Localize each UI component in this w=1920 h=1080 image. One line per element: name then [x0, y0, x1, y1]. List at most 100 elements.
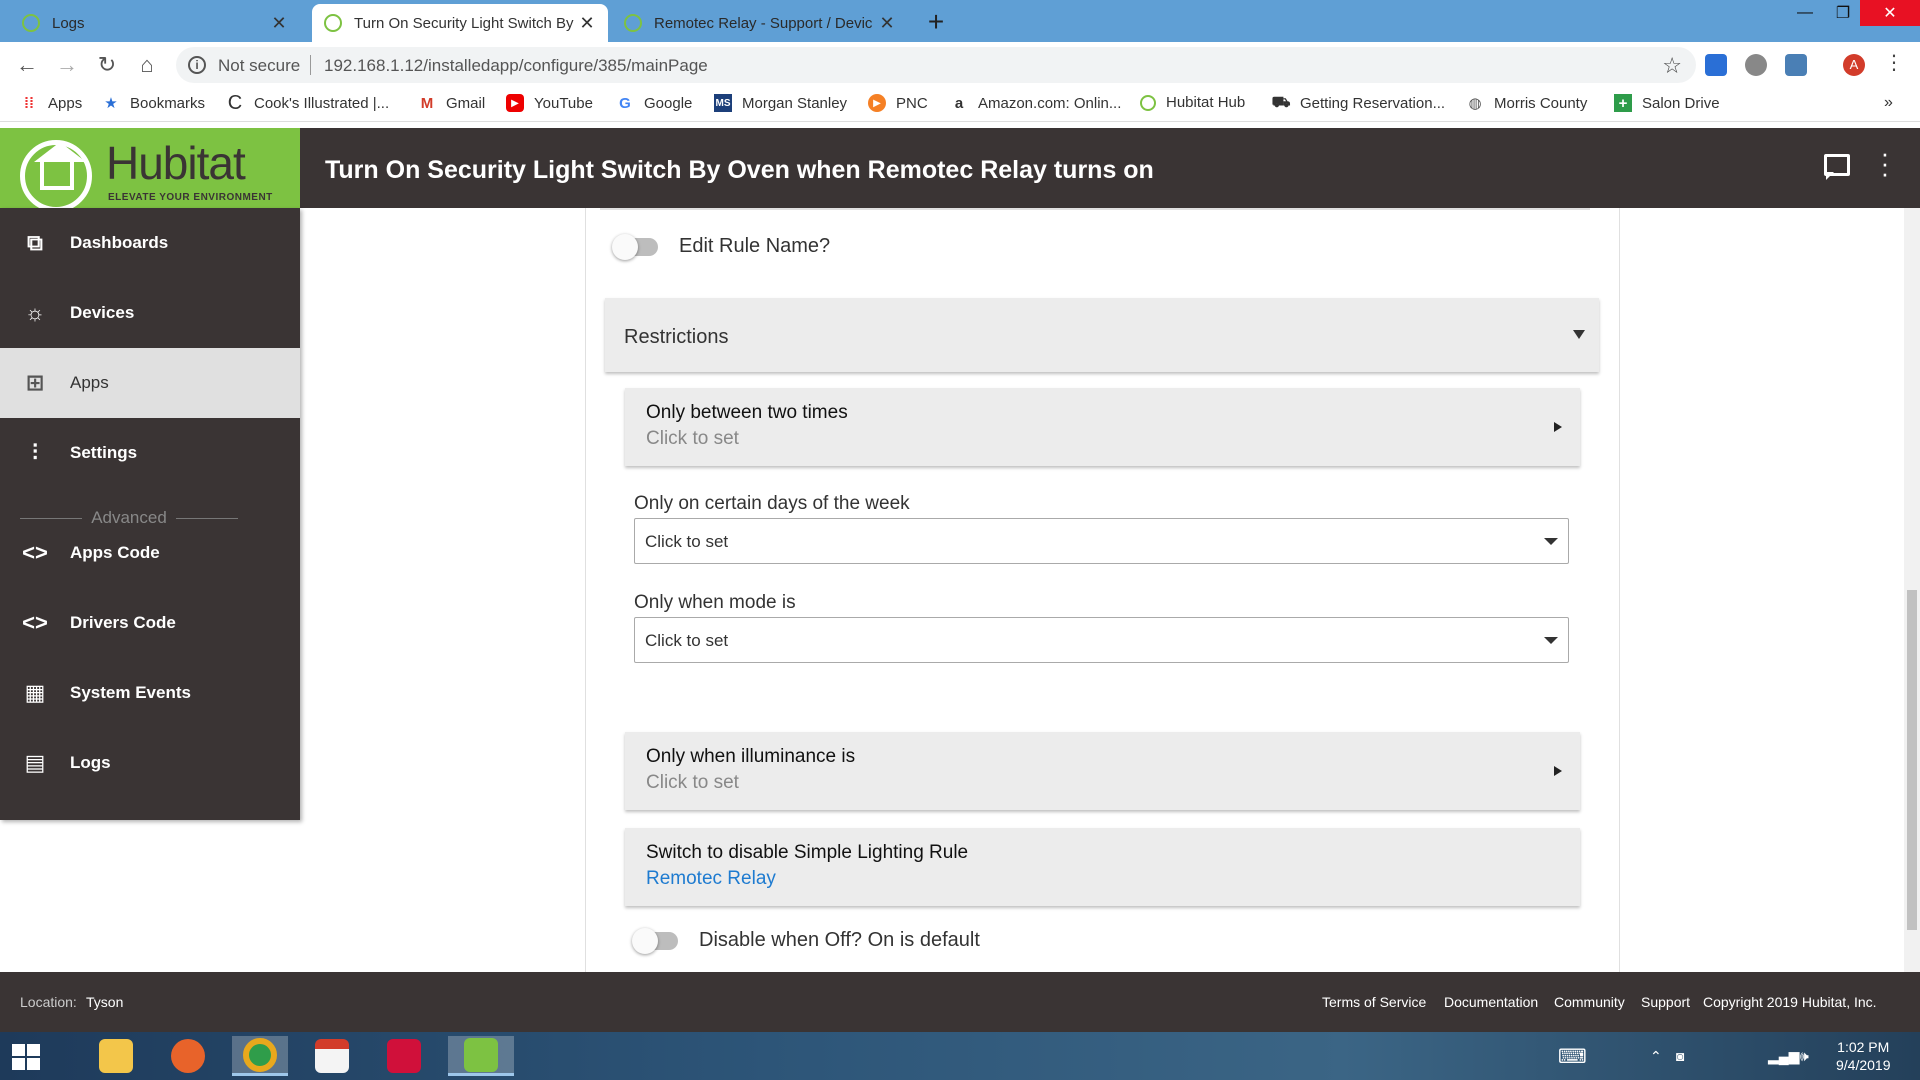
bookmark-label: Morgan Stanley	[742, 94, 848, 112]
sidebar-item-devices[interactable]: ☼ Devices	[0, 278, 300, 348]
file-explorer-taskbar-icon[interactable]	[88, 1036, 144, 1076]
browser-tab-bar: Logs ✕ Turn On Security Light Switch By …	[0, 0, 1920, 42]
disable-switch-panel[interactable]: Switch to disable Simple Lighting Rule R…	[625, 828, 1580, 906]
sidebar-item-logs[interactable]: ▤ Logs	[0, 728, 300, 798]
bookmark-bookmarks[interactable]: ★ Bookmarks	[102, 94, 205, 113]
tab-remotec-support[interactable]: Remotec Relay - Support / Devic ✕	[612, 4, 908, 42]
sidebar-item-settings[interactable]: ⫶ Settings	[0, 418, 300, 488]
bookmark-morris-county[interactable]: ◍ Morris County	[1466, 94, 1587, 113]
wordpress-extension-icon[interactable]	[1745, 54, 1767, 76]
location-label: Location:	[20, 994, 77, 1010]
window-close-button[interactable]: ✕	[1860, 0, 1920, 26]
security-label: Not secure	[218, 56, 301, 75]
hubitat-logo[interactable]: Hubitat ELEVATE YOUR ENVIRONMENT	[0, 128, 300, 212]
tray-app-icon[interactable]: ◙	[1676, 1048, 1684, 1064]
sidebar-item-drivers-code[interactable]: <> Drivers Code	[0, 588, 300, 658]
divider	[310, 55, 311, 75]
sidebar-item-system-events[interactable]: ▦ System Events	[0, 658, 300, 728]
panel-title: Switch to disable Simple Lighting Rule	[646, 842, 969, 863]
between-times-panel[interactable]: Only between two times Click to set	[625, 388, 1580, 466]
chrome-taskbar-icon[interactable]	[232, 1036, 288, 1076]
volume-icon[interactable]: 🕪	[1800, 1048, 1809, 1065]
gmail-taskbar-icon[interactable]	[304, 1036, 360, 1076]
illuminance-panel[interactable]: Only when illuminance is Click to set	[625, 732, 1580, 810]
scrollbar-thumb[interactable]	[1907, 590, 1917, 930]
sidebar-item-apps-code[interactable]: <> Apps Code	[0, 518, 300, 588]
clock[interactable]: 1:02 PM 9/4/2019	[1836, 1038, 1891, 1074]
info-icon[interactable]: i	[188, 56, 206, 74]
profile-avatar[interactable]: A	[1843, 54, 1865, 76]
bookmark-gmail[interactable]: M Gmail	[418, 94, 485, 112]
tray-overflow-icon[interactable]: ⌃	[1650, 1048, 1662, 1065]
tab-title: Logs	[52, 14, 85, 32]
close-tab-icon[interactable]: ✕	[878, 13, 896, 34]
reload-icon[interactable]: ↻	[92, 50, 122, 80]
tab-rule[interactable]: Turn On Security Light Switch By ✕	[312, 4, 608, 42]
support-link[interactable]: Support	[1641, 994, 1690, 1010]
bookmark-getting-reservation[interactable]: ⛟ Getting Reservation...	[1272, 94, 1446, 112]
browser-menu-icon[interactable]: ⋮	[1884, 50, 1904, 75]
network-icon[interactable]: ▂▄▆	[1768, 1048, 1799, 1065]
keyboard-icon[interactable]: ⌨	[1558, 1044, 1587, 1069]
location-value: Tyson	[86, 994, 124, 1010]
tab-logs[interactable]: Logs ✕	[10, 4, 300, 42]
logo-tagline: ELEVATE YOUR ENVIRONMENT	[108, 192, 273, 203]
windows-start-icon[interactable]	[12, 1044, 42, 1070]
star-extension-icon[interactable]	[1785, 54, 1807, 76]
home-icon[interactable]: ⌂	[132, 50, 162, 80]
logo-text: Hubitat	[106, 137, 246, 189]
bookmark-amazon[interactable]: a Amazon.com: Onlin...	[950, 94, 1122, 112]
bookmark-apps[interactable]: ⁞⁞ Apps	[20, 94, 82, 112]
chat-icon-tail	[1826, 172, 1834, 180]
bookmark-label: PNC	[896, 94, 928, 112]
gmail-icon: M	[420, 94, 434, 112]
sidebar-item-label: Logs	[70, 753, 111, 772]
sidebar-item-dashboards[interactable]: ⧉ Dashboards	[0, 208, 300, 278]
sliders-icon: ⫶	[32, 440, 38, 465]
restrictions-header[interactable]: Restrictions	[605, 298, 1599, 372]
quicken-taskbar-icon[interactable]	[376, 1036, 432, 1076]
sidebar-item-apps[interactable]: ⊞ Apps	[0, 348, 300, 418]
extension-icon[interactable]	[1705, 54, 1727, 76]
days-of-week-select[interactable]: Click to set	[634, 518, 1569, 564]
bookmark-salon-drive[interactable]: + Salon Drive	[1614, 94, 1720, 112]
bookmark-youtube[interactable]: ▶ YouTube	[506, 94, 593, 112]
bookmark-label: Apps	[48, 94, 83, 112]
hubitat-favicon-icon	[324, 14, 342, 32]
firefox-taskbar-icon[interactable]	[160, 1036, 216, 1076]
documentation-link[interactable]: Documentation	[1444, 994, 1538, 1010]
bookmark-star-icon[interactable]: ☆	[1662, 53, 1682, 79]
close-tab-icon[interactable]: ✕	[270, 13, 288, 34]
hubitat-favicon-icon	[22, 14, 40, 32]
document-icon: ▤	[24, 750, 46, 775]
forward-icon[interactable]: →	[52, 50, 82, 80]
disable-when-off-toggle[interactable]	[632, 928, 678, 954]
page-scrollbar[interactable]	[1904, 208, 1920, 972]
bookmark-hubitat-hub[interactable]: Hubitat Hub	[1140, 94, 1245, 111]
back-icon[interactable]: ←	[12, 50, 42, 80]
edit-rule-name-toggle[interactable]	[612, 234, 658, 260]
close-tab-icon[interactable]: ✕	[578, 13, 596, 34]
bookmark-google[interactable]: G Google	[616, 94, 692, 112]
more-vert-icon[interactable]: · · ·	[1880, 140, 1890, 186]
sidebar-item-label: Settings	[70, 443, 138, 462]
url-text[interactable]: 192.168.1.12/installedapp/configure/385/…	[324, 56, 708, 76]
code-icon: <>	[22, 540, 48, 565]
panel-title: Only between two times	[646, 402, 848, 423]
more-bookmarks-icon[interactable]: »	[1884, 94, 1893, 112]
bookmark-cooks[interactable]: C Cook's Illustrated |...	[226, 92, 389, 114]
star-icon: ★	[104, 95, 118, 112]
terms-of-service-link[interactable]: Terms of Service	[1322, 994, 1426, 1010]
google-icon: G	[619, 94, 631, 112]
clock-time: 1:02 PM	[1837, 1039, 1890, 1055]
bookmark-pnc[interactable]: ▶ PNC	[868, 94, 928, 112]
omnibox[interactable]: i Not secure 192.168.1.12/installedapp/c…	[176, 47, 1696, 83]
selected-device-link[interactable]: Remotec Relay	[646, 868, 776, 890]
community-link[interactable]: Community	[1554, 994, 1625, 1010]
apps-icon: ⊞	[25, 370, 45, 395]
hubitat-icon	[1140, 94, 1156, 111]
hubitat-taskbar-icon[interactable]	[448, 1036, 514, 1076]
mode-select[interactable]: Click to set	[634, 617, 1569, 663]
new-tab-button[interactable]: +	[920, 6, 952, 38]
bookmark-morgan-stanley[interactable]: MS Morgan Stanley	[714, 94, 847, 112]
